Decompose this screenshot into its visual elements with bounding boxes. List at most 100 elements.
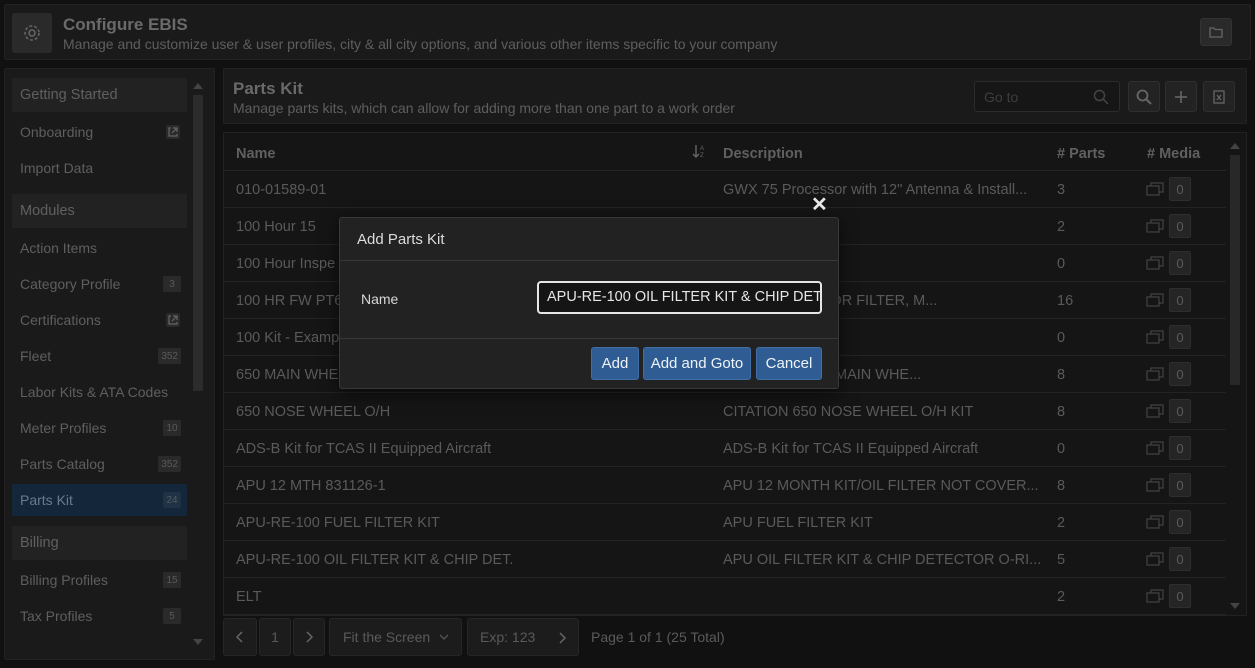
table-row[interactable]: ADS-B Kit for TCAS II Equipped Aircraft A… [224,430,1226,467]
count-badge: 15 [163,572,181,588]
column-parts[interactable]: # Parts [1057,146,1105,162]
section-subtitle: Manage parts kits, which can allow for a… [233,100,735,116]
table-row[interactable]: 650 NOSE WHEEL O/H CITATION 650 NOSE WHEE… [224,393,1226,430]
media-count[interactable]: 0 [1169,584,1191,608]
media-gallery-icon[interactable] [1146,256,1164,275]
cell-name: 100 Kit - Examp [236,330,340,346]
external-link-icon [166,125,180,139]
prev-page-button[interactable] [223,618,257,656]
fit-select-value: Fit the Screen [343,629,431,645]
table-row[interactable]: APU-RE-100 OIL FILTER KIT & CHIP DET. APU… [224,541,1226,578]
media-gallery-icon[interactable] [1146,478,1164,497]
cell-parts: 8 [1057,367,1066,383]
export-count[interactable]: Exp: 123 [467,618,579,656]
external-link-icon [166,313,180,327]
sidebar-item-parts-catalog[interactable]: Parts Catalog 352 [12,448,187,480]
column-name[interactable]: Name [236,146,276,162]
media-gallery-icon[interactable] [1146,182,1164,201]
sidebar-item-label: Parts Catalog [20,456,105,472]
media-count[interactable]: 0 [1169,214,1191,238]
table-row[interactable]: APU 12 MTH 831126-1 APU 12 MONTH KIT/OIL … [224,467,1226,504]
media-count[interactable]: 0 [1169,288,1191,312]
media-gallery-icon[interactable] [1146,589,1164,608]
sidebar-item-tax-profiles[interactable]: Tax Profiles 5 [12,600,187,632]
cell-parts: 2 [1057,219,1066,235]
media-count[interactable]: 0 [1169,547,1191,571]
sidebar-item-meter-profiles[interactable]: Meter Profiles 10 [12,412,187,444]
media-count[interactable]: 0 [1169,177,1191,201]
media-count[interactable]: 0 [1169,362,1191,386]
cell-description: APU OIL FILTER KIT & CHIP DETECTOR O-RI.… [723,552,1042,568]
chevron-left-icon [236,631,243,643]
cell-description: APU FUEL FILTER KIT [723,515,873,531]
add-button[interactable]: Add [591,347,639,380]
sidebar-item-certifications[interactable]: Certifications [12,304,187,336]
media-gallery-icon[interactable] [1146,219,1164,238]
export-button[interactable] [1203,81,1235,112]
table-row[interactable]: APU-RE-100 FUEL FILTER KIT APU FUEL FILTE… [224,504,1226,541]
media-gallery-icon[interactable] [1146,515,1164,534]
page-number[interactable]: 1 [259,618,291,656]
sidebar-item-label: Getting Started [20,87,118,103]
column-media[interactable]: # Media [1147,146,1200,162]
sidebar-scrollbar[interactable] [191,77,205,649]
media-count[interactable]: 0 [1169,399,1191,423]
media-gallery-icon[interactable] [1146,293,1164,312]
cell-name: ADS-B Kit for TCAS II Equipped Aircraft [236,441,492,457]
search-icon [1093,89,1109,108]
sidebar-item-import-data[interactable]: Import Data [12,152,187,184]
svg-text:A: A [700,146,704,152]
table-scrollbar[interactable] [1228,141,1242,611]
cell-parts: 8 [1057,478,1066,494]
sidebar-item-category-profile[interactable]: Category Profile 3 [12,268,187,300]
add-button[interactable] [1165,81,1197,112]
close-icon[interactable]: ✕ [811,192,828,217]
media-gallery-icon[interactable] [1146,404,1164,423]
sidebar-item-action-items[interactable]: Action Items [12,232,187,264]
media-count[interactable]: 0 [1169,325,1191,349]
sidebar-item-label: Fleet [20,348,52,364]
sidebar-item-billing-profiles[interactable]: Billing Profiles 15 [12,564,187,596]
sidebar-item-label: Category Profile [20,276,121,292]
sidebar-item-billing: Billing [12,526,187,560]
sidebar-item-parts-kit[interactable]: Parts Kit 24 [12,484,187,516]
name-input[interactable]: APU-RE-100 OIL FILTER KIT & CHIP DET. [537,281,822,314]
next-page-button[interactable] [293,618,325,656]
cell-parts: 0 [1057,256,1066,272]
cell-description: GWX 75 Processor with 12" Antenna & Inst… [723,182,1028,198]
media-count[interactable]: 0 [1169,251,1191,275]
sidebar-item-fleet[interactable]: Fleet 352 [12,340,187,372]
page-summary: Page 1 of 1 (25 Total) [591,629,725,645]
table-row[interactable]: ELT 2 0 [224,578,1226,615]
fit-select[interactable]: Fit the Screen [329,618,462,656]
media-gallery-icon[interactable] [1146,552,1164,571]
sidebar-item-label: Onboarding [20,124,94,140]
dialog-title: Add Parts Kit [357,231,445,248]
media-count[interactable]: 0 [1169,473,1191,497]
cell-parts: 2 [1057,589,1066,605]
cell-name: APU-RE-100 FUEL FILTER KIT [236,515,440,531]
table-row[interactable]: 010-01589-01 GWX 75 Processor with 12" An… [224,171,1226,208]
media-gallery-icon[interactable] [1146,330,1164,349]
cell-description: CITATION 650 NOSE WHEEL O/H KIT [723,404,974,420]
excel-icon [1213,89,1225,104]
advanced-search-button[interactable] [1128,81,1160,112]
media-gallery-icon[interactable] [1146,441,1164,460]
add-parts-kit-dialog: Add Parts Kit ✕ Name APU-RE-100 OIL FILT… [339,194,839,389]
media-count[interactable]: 0 [1169,510,1191,534]
column-description[interactable]: Description [723,146,803,162]
goto-input[interactable]: Go to [974,81,1120,112]
folder-icon[interactable] [1200,18,1232,46]
page-subtitle: Manage and customize user & user profile… [63,36,778,52]
sidebar-item-labor-kits-ata-codes[interactable]: Labor Kits & ATA Codes [12,376,187,408]
sort-icon[interactable]: AZ [692,143,708,164]
media-count[interactable]: 0 [1169,436,1191,460]
sidebar-item-label: Billing [20,535,59,551]
sidebar-item-onboarding[interactable]: Onboarding [12,116,187,148]
cancel-button[interactable]: Cancel [756,347,822,380]
cell-name: ELT [236,589,262,605]
gear-icon[interactable] [12,13,52,53]
cell-name: 100 Hour 15 [236,219,316,235]
add-and-goto-button[interactable]: Add and Goto [643,347,751,380]
media-gallery-icon[interactable] [1146,367,1164,386]
